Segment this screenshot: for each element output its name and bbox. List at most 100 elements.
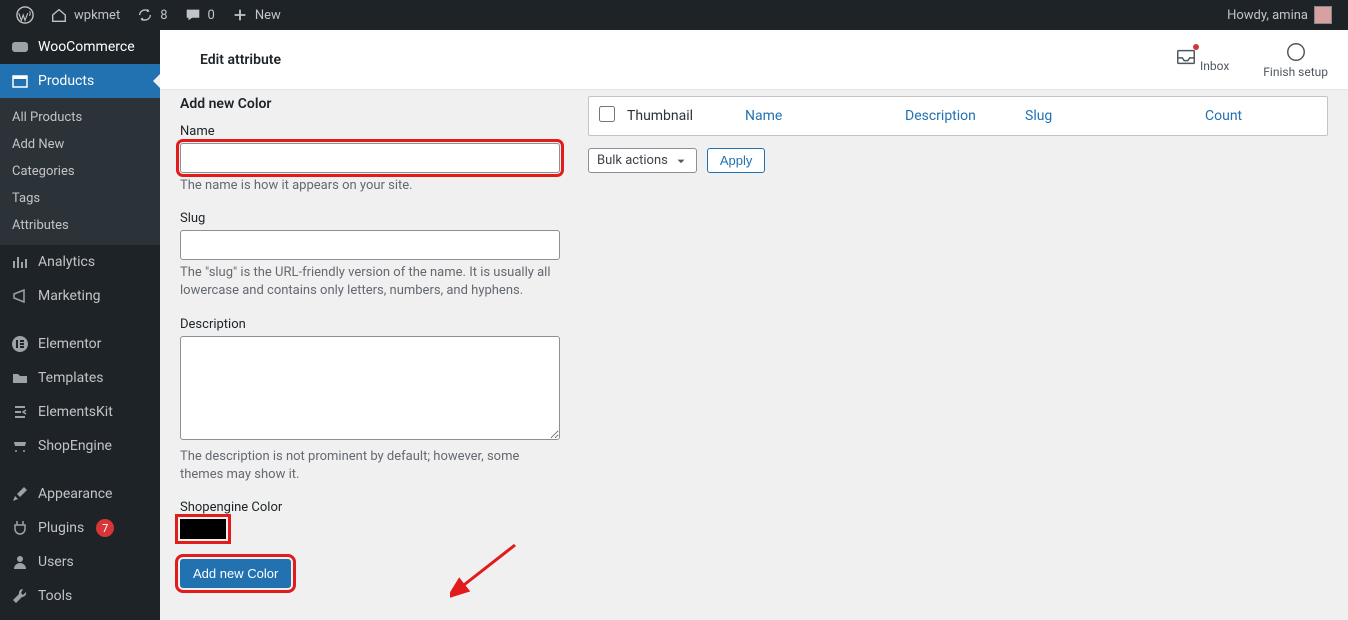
terms-table: Thumbnail Name Description Slug Count <box>588 96 1328 136</box>
sidebar-item-label: ShopEngine <box>38 438 112 454</box>
inbox-label: Inbox <box>1200 59 1229 73</box>
add-term-form: Add new Color Name The name is how it ap… <box>180 96 560 588</box>
slug-help: The "slug" is the URL-friendly version o… <box>180 264 560 300</box>
elementor-icon <box>10 334 30 354</box>
sidebar-item-shopengine[interactable]: ShopEngine <box>0 429 160 463</box>
comments[interactable]: 0 <box>176 0 223 30</box>
woo-icon <box>10 37 30 57</box>
sidebar-item-label: Tools <box>38 588 72 604</box>
bulk-actions-select[interactable]: Bulk actions <box>588 148 697 173</box>
plus-icon <box>231 6 249 24</box>
sidebar-item-label: Products <box>38 73 94 89</box>
plugins-badge: 7 <box>96 519 114 537</box>
wp-logo[interactable] <box>8 0 42 30</box>
sidebar-item-products[interactable]: Products <box>0 64 160 98</box>
terms-table-area: Thumbnail Name Description Slug Count Bu… <box>588 96 1328 588</box>
apply-button[interactable]: Apply <box>707 148 766 173</box>
page-title: Edit attribute <box>200 52 281 68</box>
elementskit-icon <box>10 402 30 422</box>
select-all-checkbox[interactable] <box>599 106 615 122</box>
form-heading: Add new Color <box>180 96 560 112</box>
chevron-down-icon <box>674 154 688 168</box>
circle-icon <box>1285 41 1307 63</box>
sidebar-item-label: Plugins <box>38 520 84 536</box>
table-header-row: Thumbnail Name Description Slug Count <box>589 97 1327 135</box>
avatar <box>1314 6 1332 24</box>
sidebar-item-woocommerce[interactable]: WooCommerce <box>0 30 160 64</box>
col-count[interactable]: Count <box>1205 108 1242 124</box>
inbox-button[interactable]: Inbox <box>1175 46 1229 73</box>
site-name-label: wpkmet <box>74 8 120 23</box>
user-icon <box>10 552 30 572</box>
slug-input[interactable] <box>180 230 560 260</box>
add-new-color-button[interactable]: Add new Color <box>180 559 291 588</box>
col-slug[interactable]: Slug <box>1025 108 1205 124</box>
sidebar-item-appearance[interactable]: Appearance <box>0 477 160 511</box>
description-label: Description <box>180 317 560 332</box>
sidebar-item-label: ElementsKit <box>38 404 113 420</box>
name-input[interactable] <box>180 143 560 173</box>
howdy[interactable]: Howdy, amina <box>1219 0 1340 30</box>
products-submenu: All Products Add New Categories Tags Att… <box>0 98 160 245</box>
finish-setup-button[interactable]: Finish setup <box>1263 41 1328 79</box>
submenu-add-new[interactable]: Add New <box>0 131 160 158</box>
plug-icon <box>10 518 30 538</box>
brush-icon <box>10 484 30 504</box>
new-content[interactable]: New <box>223 0 289 30</box>
submenu-tags[interactable]: Tags <box>0 185 160 212</box>
sidebar-item-label: WooCommerce <box>38 39 135 55</box>
admin-sidebar: WooCommerce Products All Products Add Ne… <box>0 30 160 620</box>
sidebar-item-settings[interactable]: Settings <box>0 613 160 620</box>
sidebar-item-analytics[interactable]: Analytics <box>0 245 160 279</box>
comments-count: 0 <box>208 8 215 23</box>
sidebar-item-label: Templates <box>38 370 104 386</box>
wordpress-icon <box>16 6 34 24</box>
sidebar-item-tools[interactable]: Tools <box>0 579 160 613</box>
wrench-icon <box>10 586 30 606</box>
updates[interactable]: 8 <box>128 0 175 30</box>
sidebar-item-plugins[interactable]: Plugins 7 <box>0 511 160 545</box>
admin-bar: wpkmet 8 0 New Howdy, amina <box>0 0 1348 30</box>
col-name[interactable]: Name <box>745 108 905 124</box>
description-textarea[interactable] <box>180 336 560 440</box>
home-icon <box>50 6 68 24</box>
finish-setup-label: Finish setup <box>1263 65 1328 79</box>
megaphone-icon <box>10 286 30 306</box>
description-help: The description is not prominent by defa… <box>180 448 560 484</box>
bulk-actions-label: Bulk actions <box>597 153 668 168</box>
site-name[interactable]: wpkmet <box>42 0 128 30</box>
sidebar-item-label: Appearance <box>38 486 112 502</box>
page-header: Edit attribute Inbox Finish setup <box>160 30 1348 90</box>
notification-dot <box>1193 44 1199 50</box>
slug-label: Slug <box>180 211 560 226</box>
refresh-icon <box>136 6 154 24</box>
submenu-attributes[interactable]: Attributes <box>0 212 160 239</box>
howdy-label: Howdy, amina <box>1227 8 1308 23</box>
col-description[interactable]: Description <box>905 108 1025 124</box>
submenu-all-products[interactable]: All Products <box>0 104 160 131</box>
active-indicator <box>153 73 160 89</box>
updates-count: 8 <box>160 8 167 23</box>
color-swatch[interactable] <box>180 519 226 539</box>
content-area: Edit attribute Inbox Finish setup Add ne… <box>160 30 1348 620</box>
name-help: The name is how it appears on your site. <box>180 177 560 195</box>
sidebar-item-elementor[interactable]: Elementor <box>0 327 160 361</box>
sidebar-item-label: Elementor <box>38 336 101 352</box>
bulk-actions-row: Bulk actions Apply <box>588 148 1328 173</box>
shopengine-color-label: Shopengine Color <box>180 500 560 515</box>
submenu-categories[interactable]: Categories <box>0 158 160 185</box>
sidebar-item-marketing[interactable]: Marketing <box>0 279 160 313</box>
sidebar-item-elementskit[interactable]: ElementsKit <box>0 395 160 429</box>
folder-icon <box>10 368 30 388</box>
sidebar-item-label: Analytics <box>38 254 95 270</box>
col-thumbnail[interactable]: Thumbnail <box>627 108 745 124</box>
sidebar-item-label: Marketing <box>38 288 101 304</box>
sidebar-item-users[interactable]: Users <box>0 545 160 579</box>
comment-icon <box>184 6 202 24</box>
sidebar-item-templates[interactable]: Templates <box>0 361 160 395</box>
name-label: Name <box>180 124 560 139</box>
sidebar-item-label: Users <box>38 554 74 570</box>
new-label: New <box>255 8 281 23</box>
analytics-icon <box>10 252 30 272</box>
shopengine-icon <box>10 436 30 456</box>
